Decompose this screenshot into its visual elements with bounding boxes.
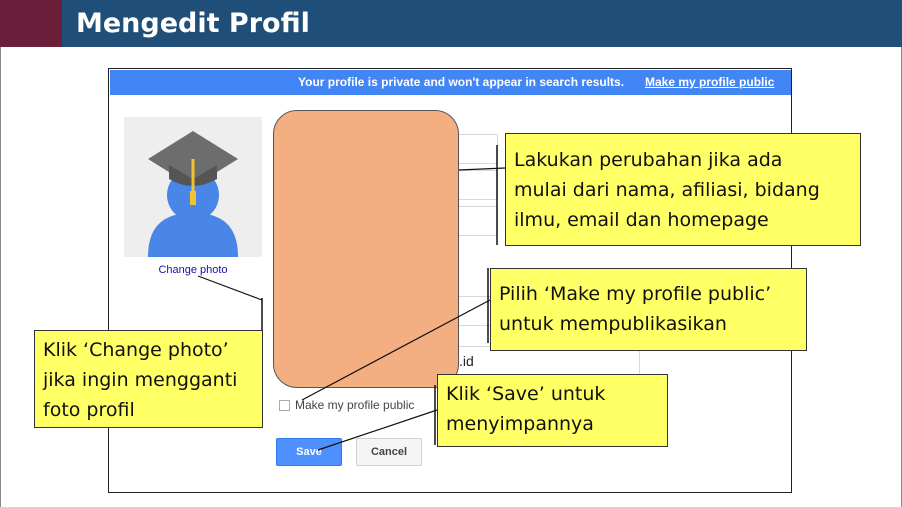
callout-line: jika ingin mengganti xyxy=(43,369,238,391)
callout-line: foto profil xyxy=(43,399,135,421)
cancel-button[interactable]: Cancel xyxy=(356,438,422,466)
slide-title: Mengedit Profil xyxy=(76,8,310,39)
callout-line: untuk mempublikasikan xyxy=(499,313,727,335)
callout-line: Lakukan perubahan jika ada xyxy=(514,149,783,171)
callout-line: Klik ‘Change photo’ xyxy=(43,339,229,361)
save-button[interactable]: Save xyxy=(276,438,342,466)
graduate-avatar-icon xyxy=(148,131,238,257)
make-public-checkbox-label: Make my profile public xyxy=(295,398,415,412)
callout-line: ilmu, email dan homepage xyxy=(514,209,769,231)
callout-change-photo: Klik ‘Change photo’ jika ingin mengganti… xyxy=(34,330,263,428)
callout-edit-fields: Lakukan perubahan jika ada mulai dari na… xyxy=(505,133,861,246)
title-accent-block xyxy=(0,0,62,47)
redacted-personal-info xyxy=(273,110,459,388)
callout-line: menyimpannya xyxy=(446,413,594,435)
change-photo-link[interactable]: Change photo xyxy=(124,264,262,276)
callout-line: mulai dari nama, afiliasi, bidang xyxy=(514,179,820,201)
callout-line: Pilih ‘Make my profile public’ xyxy=(499,283,772,305)
make-profile-public-link[interactable]: Make my profile public xyxy=(645,70,774,95)
callout-save: Klik ‘Save’ untuk menyimpannya xyxy=(437,374,668,447)
make-public-checkbox[interactable] xyxy=(279,400,290,411)
callout-line: Klik ‘Save’ untuk xyxy=(446,383,606,405)
privacy-banner-text: Your profile is private and won't appear… xyxy=(298,75,625,89)
profile-photo xyxy=(124,117,262,257)
callout-make-public: Pilih ‘Make my profile public’ untuk mem… xyxy=(490,268,807,351)
